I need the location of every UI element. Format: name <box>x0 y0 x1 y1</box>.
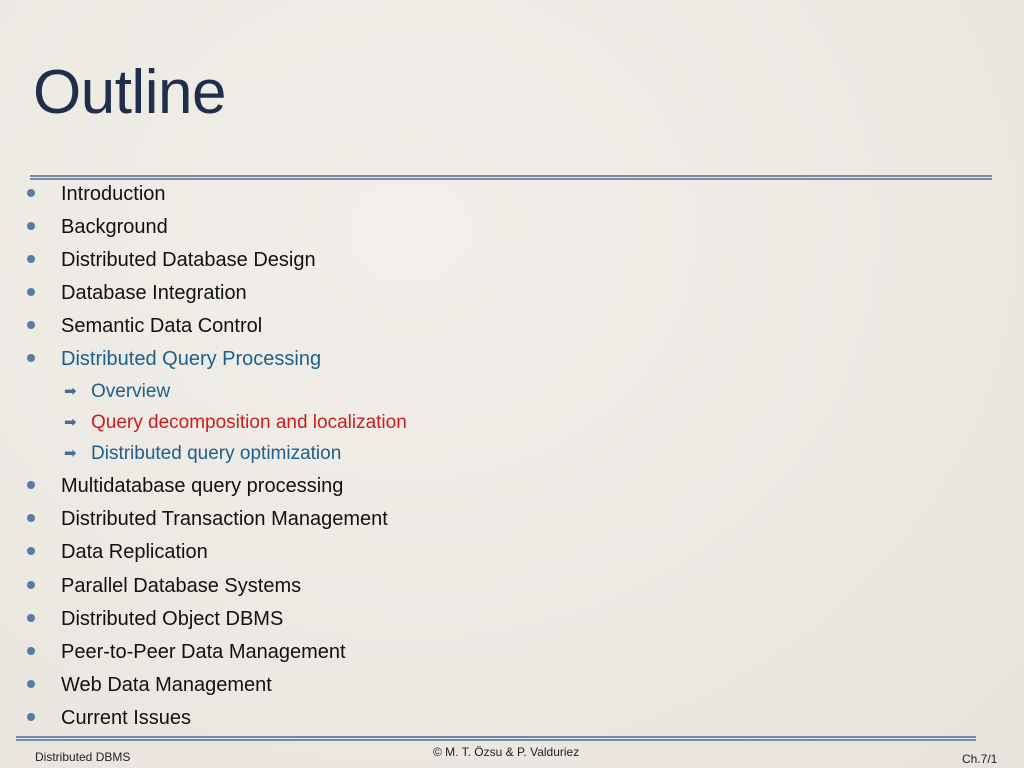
bullet-icon <box>27 713 35 721</box>
title-divider <box>30 175 992 180</box>
list-item: Background <box>61 216 168 238</box>
list-item: Distributed Database Design <box>61 249 316 271</box>
list-item: Current Issues <box>61 707 192 729</box>
bullet-icon <box>27 222 35 230</box>
sub-item-highlighted: Query decomposition and localization <box>91 412 407 433</box>
bullet-icon <box>27 647 35 655</box>
footer-copyright: © M. T. Özsu & P. Valduriez <box>433 745 580 759</box>
bullet-icon <box>27 321 35 329</box>
bullet-icon <box>27 581 35 589</box>
bullet-icon <box>27 614 35 622</box>
list-item: Parallel Database Systems <box>61 575 302 597</box>
bullet-icon <box>27 547 35 555</box>
list-item: Peer-to-Peer Data Management <box>61 641 346 663</box>
bullet-icon <box>27 514 35 522</box>
list-item: Distributed Transaction Management <box>61 508 388 530</box>
list-item: Database Integration <box>61 282 247 304</box>
bullet-icon <box>27 255 35 263</box>
bullet-icon <box>27 189 35 197</box>
bullet-icon <box>27 680 35 688</box>
list-item: Semantic Data Control <box>61 315 263 337</box>
list-item-current-section: Distributed Query Processing <box>61 348 322 370</box>
slide-title: Outline <box>33 58 226 127</box>
footer-page-number: Ch.7/1 <box>962 752 998 766</box>
list-item: Distributed Object DBMS <box>61 608 284 630</box>
bullet-icon <box>27 288 35 296</box>
right-arrow-icon: ➡ <box>64 445 77 462</box>
sub-item: Overview <box>91 381 171 402</box>
list-item: Multidatabase query processing <box>61 475 344 497</box>
footer-divider <box>16 736 976 741</box>
footer-course: Distributed DBMS <box>35 750 131 764</box>
list-item: Introduction <box>61 183 166 205</box>
right-arrow-icon: ➡ <box>64 383 77 400</box>
bullet-icon <box>27 481 35 489</box>
list-item: Web Data Management <box>61 674 272 696</box>
list-item: Data Replication <box>61 541 208 563</box>
sub-item: Distributed query optimization <box>91 443 342 464</box>
bullet-icon <box>27 354 35 362</box>
right-arrow-icon: ➡ <box>64 414 77 431</box>
